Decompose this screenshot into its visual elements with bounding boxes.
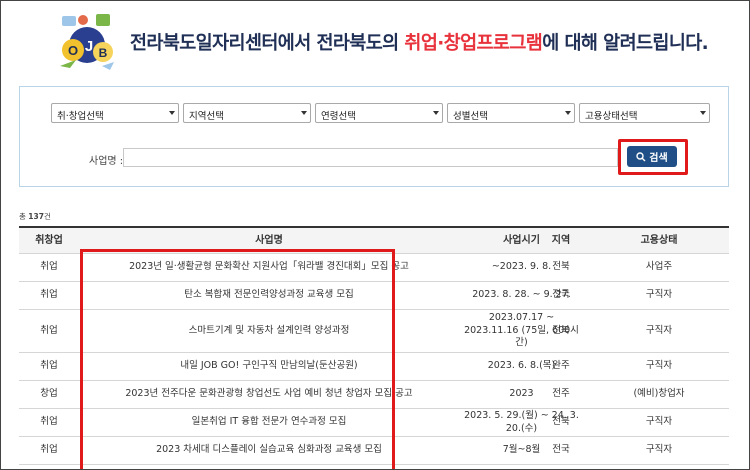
header-status: 고용상태 [640,234,678,246]
business-name-input[interactable] [123,148,618,167]
row-type: 창업 [40,388,58,400]
row-region: 완주 [552,360,570,372]
search-panel: 취·창업선택 지역선택 연령선택 성별선택 고용상태선택 사업명 : 검색 [19,86,729,187]
job-logo-icon: O J B [56,10,118,72]
headline-highlight: 취업·창업프로그램 [404,33,543,54]
header-banner: O J B 전라북도일자리센터에서 전라북도의 취업·창업프로그램에 대해 알려… [0,0,750,78]
row-region: 전주 [552,388,570,400]
row-status: 구직자 [645,324,673,336]
chevron-down-icon [301,111,307,115]
type-select[interactable]: 취·창업선택 [51,103,179,123]
row-region: 전국 [552,289,570,301]
total-suffix: 건 [43,212,51,221]
row-status: 사업주 [645,261,673,273]
row-type: 취업 [40,360,58,372]
age-select[interactable]: 연령선택 [315,103,443,123]
total-prefix: 총 [19,212,29,221]
type-select-value: 취·창업선택 [57,111,104,122]
row-status: 구직자 [645,360,673,372]
row-status: (예비)창업자 [633,388,685,400]
row-status: 구직자 [645,444,673,456]
headline-prefix: 전라북도일자리센터에서 전라북도의 [130,33,405,54]
region-select[interactable]: 지역선택 [183,103,311,123]
region-select-value: 지역선택 [189,111,224,122]
row-type: 취업 [40,261,58,273]
row-region: 전북 [552,324,570,336]
row-region: 전북 [552,261,570,273]
row-type: 취업 [40,444,58,456]
age-select-value: 연령선택 [321,111,356,122]
chevron-down-icon [169,111,175,115]
total-number: 137 [28,212,44,221]
search-icon [636,151,646,161]
search-button[interactable]: 검색 [627,146,677,167]
row-region: 전북 [552,416,570,428]
business-name-label: 사업명 : [89,156,124,167]
name-column-highlight [80,249,395,469]
row-region: 전국 [552,444,570,456]
header-type: 취창업 [35,234,63,246]
page-headline: 전라북도일자리센터에서 전라북도의 취업·창업프로그램에 대해 알려드립니다. [130,29,709,55]
gender-select-value: 성별선택 [453,111,488,122]
svg-text:J: J [85,38,93,55]
chevron-down-icon [565,111,571,115]
search-button-label: 검색 [649,153,668,164]
gender-select[interactable]: 성별선택 [447,103,575,123]
row-status: 구직자 [645,289,673,301]
header-region: 지역 [551,234,571,246]
employment-status-select-value: 고용상태선택 [585,111,638,122]
chevron-down-icon [700,111,706,115]
headline-suffix: 에 대해 알려드립니다. [542,33,709,54]
svg-text:B: B [99,46,108,60]
row-type: 취업 [40,289,58,301]
row-type: 취업 [40,324,58,336]
row-type: 취업 [40,416,58,428]
total-count: 총 137건 [19,211,51,222]
row-status: 구직자 [645,416,673,428]
svg-text:O: O [68,43,78,58]
employment-status-select[interactable]: 고용상태선택 [579,103,710,123]
chevron-down-icon [433,111,439,115]
